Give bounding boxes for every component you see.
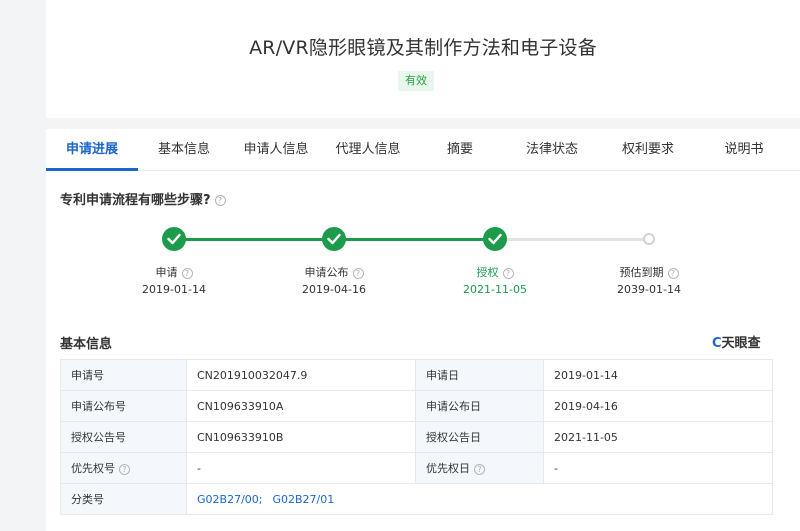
- field-value: 2019-04-16: [543, 390, 773, 422]
- classification-value: G02B27/00; G02B27/01: [186, 483, 773, 515]
- step-date: 2039-01-14: [617, 283, 681, 296]
- field-label: 申请公布号: [60, 390, 187, 422]
- question-mark-icon[interactable]: ?: [181, 267, 193, 279]
- field-label-text: 优先权号: [71, 462, 115, 475]
- step-check-icon: [162, 227, 186, 251]
- table-row: 优先权号? - 优先权日? -: [60, 452, 773, 484]
- step-date: 2021-11-05: [463, 283, 527, 296]
- patent-detail-card: 申请进展 基本信息 申请人信息 代理人信息 摘要 法律状态 权利要求 说明书 专…: [46, 129, 800, 531]
- step-check-icon: [322, 227, 346, 251]
- field-label: 申请日: [415, 359, 544, 391]
- active-tab-indicator: [46, 168, 138, 171]
- table-row: 申请公布号 CN109633910A 申请公布日 2019-04-16: [60, 390, 773, 422]
- tab-legal-status[interactable]: 法律状态: [506, 129, 598, 171]
- question-mark-icon[interactable]: ?: [502, 267, 514, 279]
- classification-link[interactable]: G02B27/00;: [197, 493, 262, 506]
- field-label: 授权公告日: [415, 421, 544, 453]
- question-mark-icon[interactable]: ?: [352, 267, 364, 279]
- field-label: 分类号: [60, 483, 187, 515]
- brand-logo: C天眼查: [712, 332, 761, 351]
- tab-claims[interactable]: 权利要求: [598, 129, 698, 171]
- patent-title: AR/VR隐形眼镜及其制作方法和电子设备: [249, 37, 597, 59]
- step-check-icon: [483, 227, 507, 251]
- tab-basic-info[interactable]: 基本信息: [138, 129, 230, 171]
- table-row: 分类号 G02B27/00; G02B27/01: [60, 483, 773, 515]
- table-row: 授权公告号 CN109633910B 授权公告日 2021-11-05: [60, 421, 773, 453]
- step-connector-pending: [496, 238, 648, 241]
- field-label: 申请号: [60, 359, 187, 391]
- field-label: 申请公布日: [415, 390, 544, 422]
- field-value: 2021-11-05: [543, 421, 773, 453]
- brand-c-icon: C: [712, 336, 722, 351]
- field-label: 优先权日?: [415, 452, 544, 484]
- step-date: 2019-04-16: [302, 283, 366, 296]
- tab-agent-info[interactable]: 代理人信息: [322, 129, 414, 171]
- field-value: CN109633910B: [186, 421, 416, 453]
- step-label-text: 申请公布: [304, 266, 349, 279]
- field-value: CN201910032047.9: [186, 359, 416, 391]
- table-row: 申请号 CN201910032047.9 申请日 2019-01-14: [60, 359, 773, 391]
- basic-info-heading: 基本信息: [60, 337, 113, 352]
- step-pending-dot: [643, 233, 655, 245]
- step-label-text: 申请: [155, 266, 178, 279]
- step-label: 申请公布?: [274, 264, 394, 280]
- field-label: 授权公告号: [60, 421, 187, 453]
- progress-question-text: 专利申请流程有哪些步骤?: [60, 193, 211, 208]
- tab-abstract[interactable]: 摘要: [414, 129, 506, 171]
- question-mark-icon[interactable]: ?: [119, 463, 130, 475]
- status-badge: 有效: [398, 71, 434, 91]
- field-value: CN109633910A: [186, 390, 416, 422]
- tab-applicant-info[interactable]: 申请人信息: [230, 129, 322, 171]
- field-value: -: [543, 452, 773, 484]
- progress-question: 专利申请流程有哪些步骤??: [60, 189, 226, 208]
- patent-header-card: AR/VR隐形眼镜及其制作方法和电子设备 有效: [46, 0, 800, 118]
- field-value: -: [186, 452, 416, 484]
- step-date: 2019-01-14: [142, 283, 206, 296]
- brand-name: 天眼查: [721, 336, 761, 351]
- step-label: 预估到期?: [589, 264, 709, 280]
- step-label-text: 预估到期: [619, 266, 664, 279]
- tab-bar: 申请进展 基本信息 申请人信息 代理人信息 摘要 法律状态 权利要求 说明书: [46, 129, 800, 171]
- step-label: 授权?: [435, 264, 555, 280]
- tab-description[interactable]: 说明书: [698, 129, 790, 171]
- classification-link[interactable]: G02B27/01: [272, 493, 334, 506]
- step-label-text: 授权: [476, 266, 499, 279]
- tab-application-progress[interactable]: 申请进展: [46, 129, 138, 171]
- field-label: 优先权号?: [60, 452, 187, 484]
- field-value: 2019-01-14: [543, 359, 773, 391]
- basic-info-table: 申请号 CN201910032047.9 申请日 2019-01-14 申请公布…: [60, 359, 773, 515]
- question-mark-icon[interactable]: ?: [667, 267, 679, 279]
- field-label-text: 优先权日: [426, 462, 470, 475]
- question-mark-icon[interactable]: ?: [474, 463, 485, 475]
- question-mark-icon[interactable]: ?: [214, 195, 226, 206]
- step-label: 申请?: [114, 264, 234, 280]
